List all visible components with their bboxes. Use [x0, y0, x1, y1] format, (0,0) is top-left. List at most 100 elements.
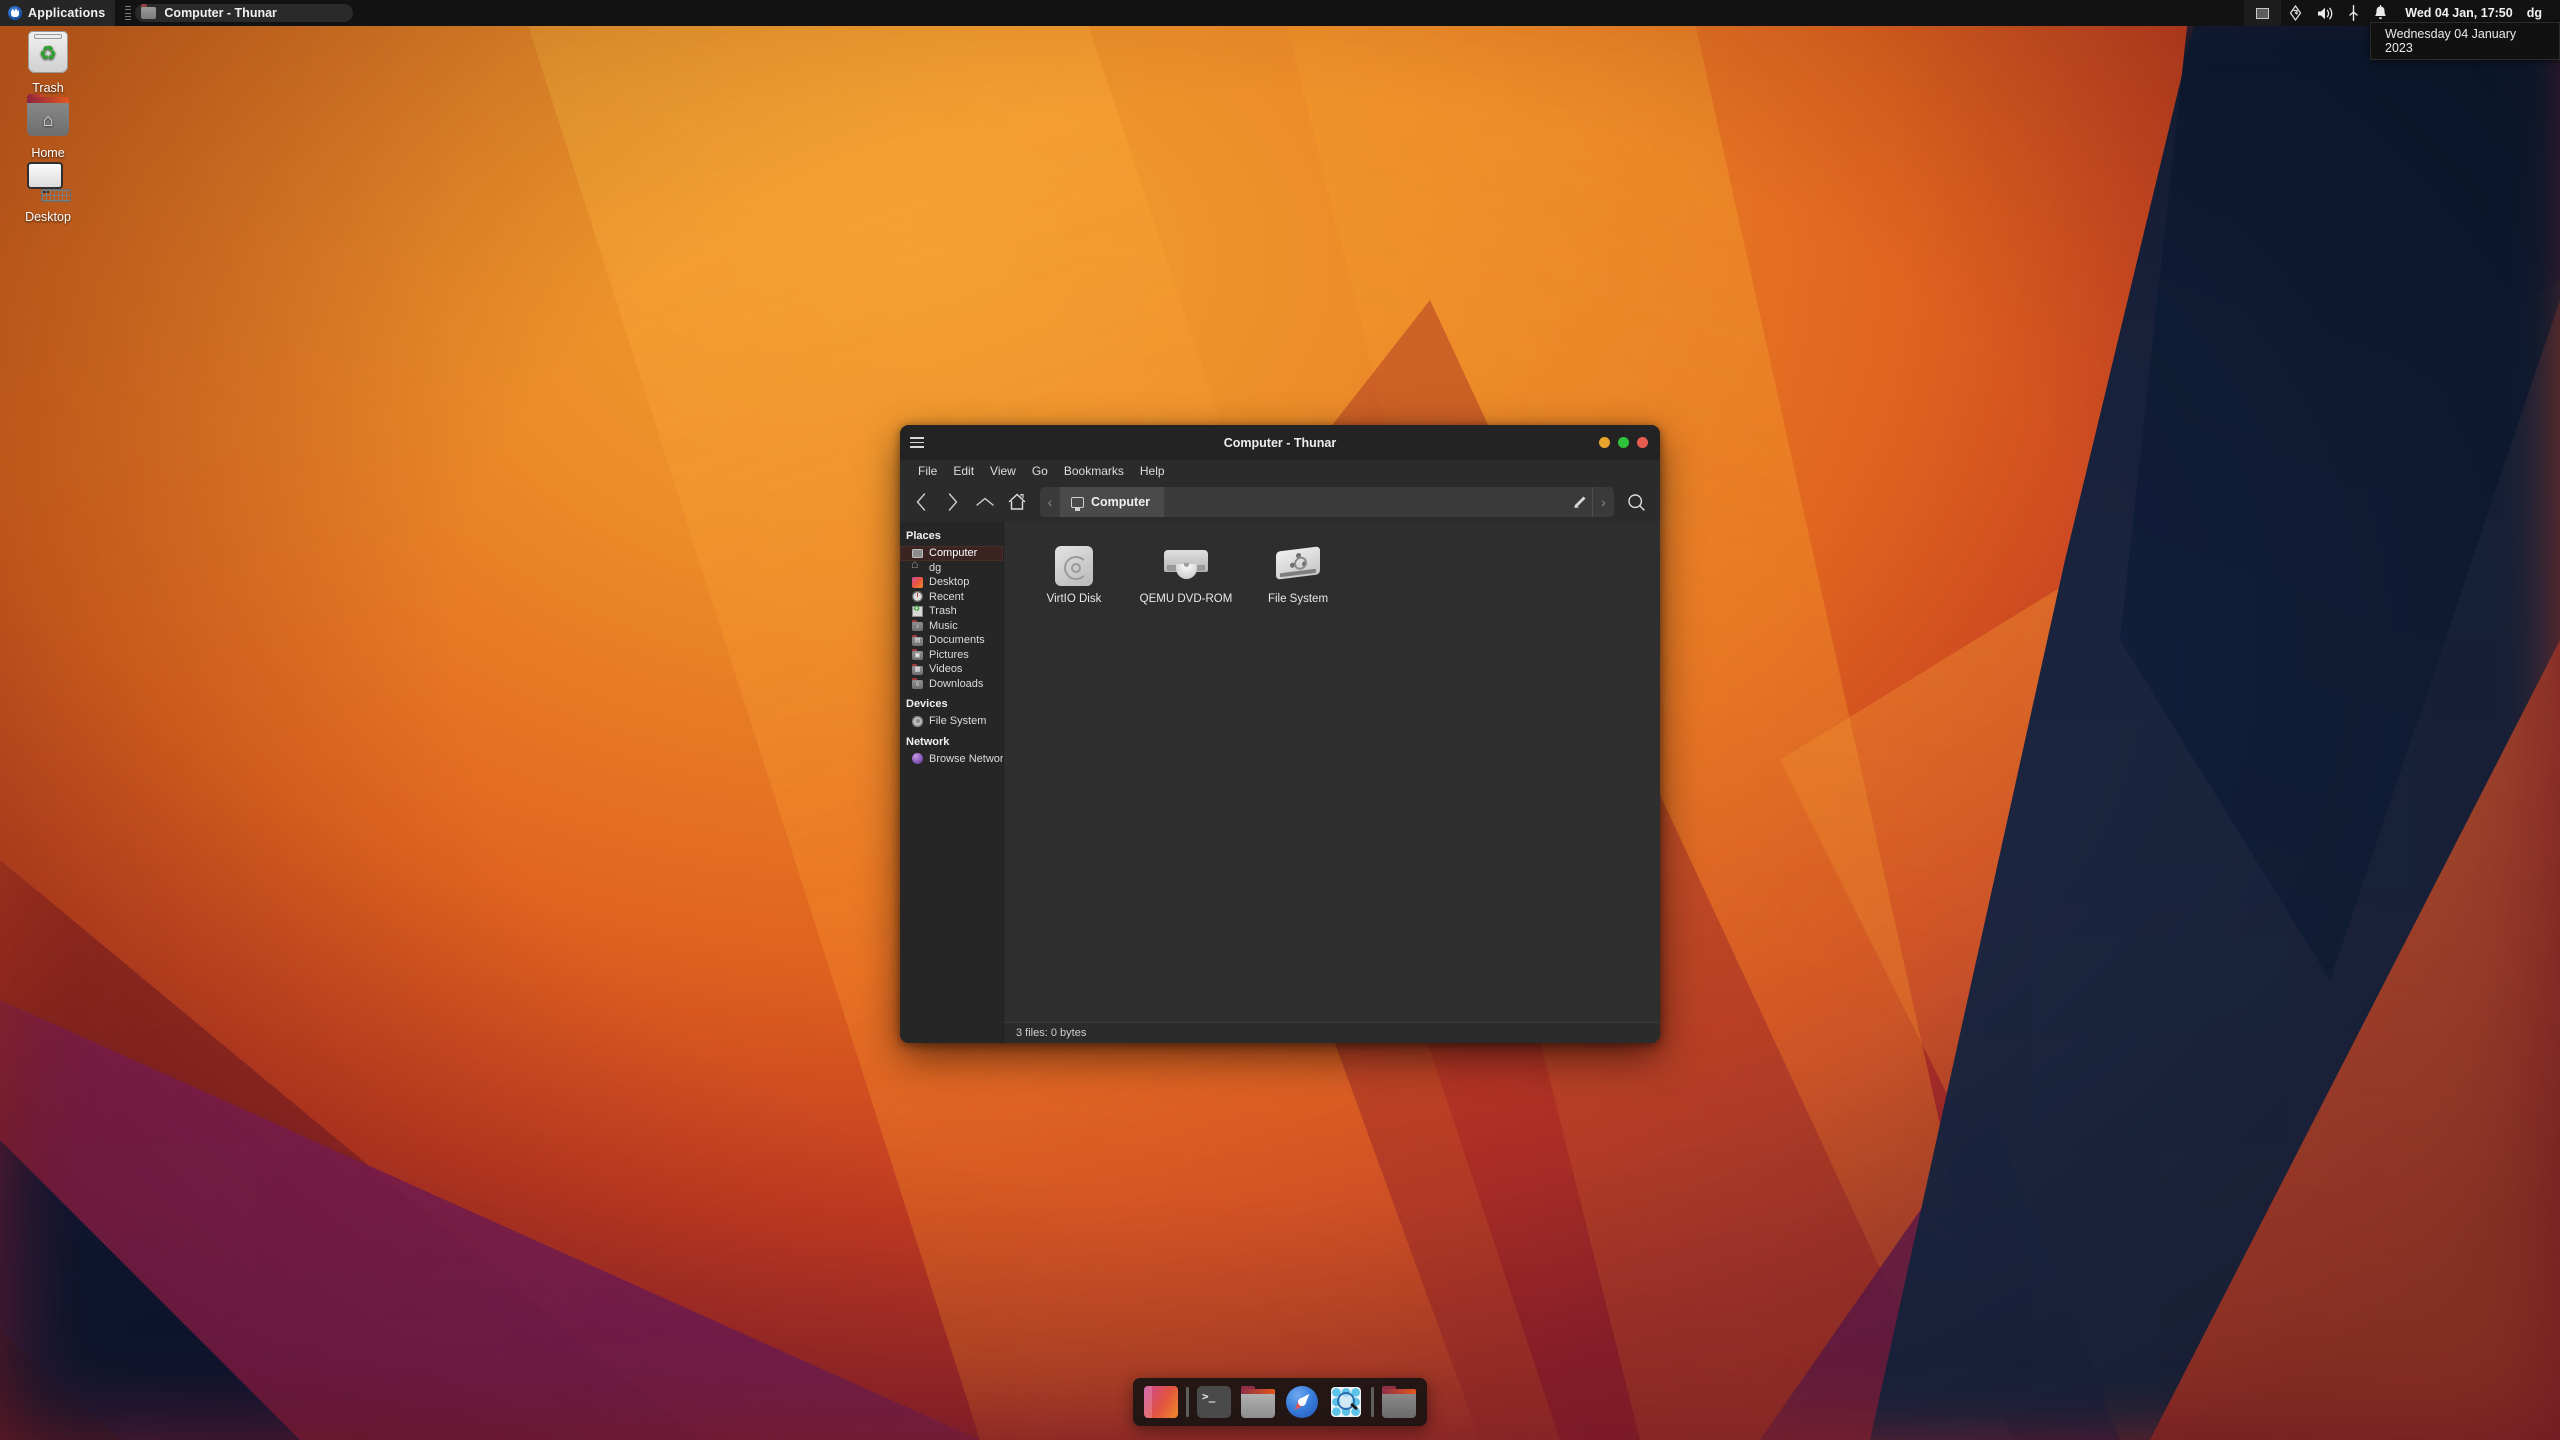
- parent-folder-button[interactable]: [970, 487, 1000, 517]
- home-icon[interactable]: [1002, 487, 1032, 517]
- documents-folder-icon: ▤: [912, 634, 923, 646]
- file-icon-grid[interactable]: VirtIO Disk QEMU DVD-ROM File System: [1004, 522, 1660, 1022]
- dock-item-file-manager-2[interactable]: [1377, 1378, 1421, 1426]
- sidebar-item-label: File System: [929, 715, 987, 728]
- sidebar-item-documents[interactable]: ▤ Documents: [900, 633, 1003, 648]
- sidebar-item-dg[interactable]: dg: [900, 557, 1003, 576]
- sidebar-group-devices: Devices: [906, 698, 948, 710]
- applications-label: Applications: [28, 6, 106, 20]
- sidebar-item-label: Pictures: [929, 648, 969, 661]
- desktop-icon-label: Desktop: [25, 210, 71, 224]
- menubar: File Edit View Go Bookmarks Help: [900, 460, 1660, 482]
- window-titlebar[interactable]: Computer - Thunar: [900, 425, 1660, 460]
- thunar-window[interactable]: Computer - Thunar File Edit View Go Book…: [900, 425, 1660, 1043]
- file-item-file-system[interactable]: File System: [1242, 540, 1354, 613]
- close-button[interactable]: [1637, 437, 1648, 448]
- forward-button[interactable]: [938, 487, 968, 517]
- pathbar-scroll-right-icon[interactable]: ›: [1592, 487, 1614, 517]
- pencil-icon[interactable]: [1566, 487, 1592, 517]
- computer-icon: [1071, 496, 1084, 511]
- main-view[interactable]: VirtIO Disk QEMU DVD-ROM File System 3 f…: [1004, 522, 1660, 1043]
- minimize-button[interactable]: [1599, 437, 1610, 448]
- sidebar-item-downloads[interactable]: ⇩ Downloads: [900, 677, 1003, 692]
- recent-clock-icon: [912, 591, 923, 603]
- dock-separator: [1371, 1387, 1374, 1417]
- square-glyph: [2256, 7, 2270, 19]
- maximize-button[interactable]: [1618, 437, 1629, 448]
- menu-bookmarks[interactable]: Bookmarks: [1056, 462, 1132, 480]
- magnifier-grid-icon: [1331, 1387, 1361, 1417]
- home-folder-icon: ⌂: [24, 93, 72, 141]
- back-button[interactable]: [906, 487, 936, 517]
- trash-icon: ♻: [24, 28, 72, 76]
- toolbar: ‹ Computer ›: [900, 482, 1660, 522]
- desktop-icon: [912, 576, 923, 588]
- menu-view[interactable]: View: [982, 462, 1024, 480]
- videos-folder-icon: ▦: [912, 663, 923, 675]
- sidebar-item-desktop[interactable]: Desktop: [900, 575, 1003, 590]
- window-task-list: Computer - Thunar: [125, 4, 354, 22]
- dock-item-application-finder[interactable]: [1324, 1378, 1368, 1426]
- sidebar-item-label: Browse Network: [929, 752, 1004, 765]
- pathbar-scroll-left-icon[interactable]: ‹: [1040, 487, 1060, 517]
- sidebar[interactable]: Places Computer dg Desktop Recent: [900, 522, 1004, 1043]
- show-desktop-icon[interactable]: [2244, 0, 2282, 26]
- window-title: Computer - Thunar: [1223, 435, 1337, 450]
- sidebar-item-label: Videos: [929, 663, 963, 676]
- dock[interactable]: [1133, 1378, 1427, 1426]
- network-icon[interactable]: [2281, 0, 2310, 26]
- folder-dark-icon: [1382, 1385, 1416, 1418]
- home-icon: [911, 557, 923, 573]
- file-item-qemu-dvd-rom[interactable]: QEMU DVD-ROM: [1130, 540, 1242, 613]
- music-folder-icon: ♪: [912, 620, 923, 631]
- file-item-virtio-disk[interactable]: VirtIO Disk: [1018, 540, 1130, 613]
- hamburger-menu-icon[interactable]: [900, 425, 934, 460]
- pathbar[interactable]: ‹ Computer ›: [1040, 487, 1614, 517]
- sidebar-item-trash[interactable]: Trash: [900, 604, 1003, 619]
- sidebar-group-network: Network: [906, 735, 950, 748]
- status-bar: 3 files: 0 bytes: [1004, 1022, 1660, 1043]
- dock-item-file-manager[interactable]: [1236, 1378, 1280, 1426]
- pathbar-empty-area[interactable]: [1164, 487, 1566, 517]
- sidebar-item-recent[interactable]: Recent: [900, 590, 1003, 605]
- desktop-computer-icon: [24, 157, 72, 205]
- menu-help[interactable]: Help: [1132, 462, 1173, 480]
- folder-icon: [141, 4, 157, 19]
- terminal-icon: [1197, 1386, 1231, 1418]
- volume-icon[interactable]: [2310, 0, 2341, 26]
- top-panel[interactable]: Applications Computer - Thunar Wed 04 Ja…: [0, 0, 2560, 26]
- window-body: Places Computer dg Desktop Recent: [900, 522, 1660, 1043]
- xfce-mouse-icon: [8, 6, 22, 20]
- sidebar-item-label: Downloads: [929, 677, 984, 690]
- pictures-folder-icon: ▣: [912, 649, 923, 660]
- menu-file[interactable]: File: [910, 462, 945, 480]
- desktop-icon-home[interactable]: ⌂ Home: [0, 93, 96, 160]
- applications-menu-button[interactable]: Applications: [0, 0, 116, 26]
- desktop-icon-trash[interactable]: ♻ Trash: [0, 28, 96, 95]
- window-controls: [1599, 437, 1660, 448]
- file-item-label: QEMU DVD-ROM: [1139, 593, 1233, 605]
- sidebar-item-file-system[interactable]: File System: [900, 714, 1003, 729]
- sidebar-item-label: Documents: [929, 634, 985, 647]
- power-icon[interactable]: [2341, 0, 2366, 26]
- search-icon[interactable]: [1620, 487, 1652, 517]
- dock-item-web-browser[interactable]: [1280, 1378, 1324, 1426]
- desktop-icon-desktop[interactable]: Desktop: [0, 157, 96, 224]
- dock-item-terminal[interactable]: [1192, 1378, 1236, 1426]
- sidebar-item-videos[interactable]: ▦ Videos: [900, 662, 1003, 677]
- menu-edit[interactable]: Edit: [945, 462, 982, 480]
- filesystem-icon: [912, 715, 923, 727]
- taskbar-item-thunar[interactable]: Computer - Thunar: [135, 4, 354, 22]
- network-globe-icon: [912, 753, 923, 765]
- sidebar-item-pictures[interactable]: ▣ Pictures: [900, 648, 1003, 663]
- desktop[interactable]: ♻ Trash ⌂ Home Desktop Computer - Thunar: [0, 0, 2560, 1440]
- sidebar-item-browse-network[interactable]: Browse Network: [900, 752, 1003, 767]
- sidebar-group-places: Places: [906, 530, 941, 542]
- sidebar-item-music[interactable]: ♪ Music: [900, 619, 1003, 634]
- compass-globe-icon: [1286, 1386, 1318, 1418]
- dock-item-show-desktop[interactable]: [1139, 1378, 1183, 1426]
- panel-left-section: Applications Computer - Thunar: [0, 0, 354, 26]
- menu-go[interactable]: Go: [1024, 462, 1056, 480]
- tasklist-handle-icon[interactable]: [125, 6, 132, 20]
- path-button-computer[interactable]: Computer: [1060, 487, 1165, 517]
